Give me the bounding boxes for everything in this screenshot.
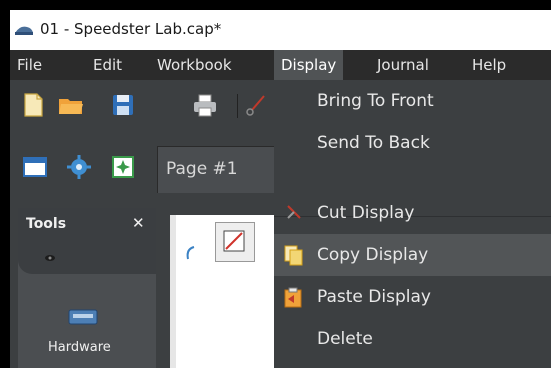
window-title: 01 - Speedster Lab.cap* xyxy=(40,20,222,38)
tab-page-1[interactable]: Page #1 xyxy=(157,146,279,193)
app-logo-icon xyxy=(15,26,33,35)
save-icon[interactable] xyxy=(110,92,136,118)
menu-bar: File Edit Workbook Display Journal Help xyxy=(10,50,551,80)
menu-item-delete[interactable]: Delete xyxy=(274,318,551,360)
new-file-icon[interactable] xyxy=(20,92,46,118)
menu-item-label: Bring To Front xyxy=(317,91,434,111)
page-tab-label: Page #1 xyxy=(166,159,238,179)
hardware-tool-label[interactable]: Hardware xyxy=(48,340,111,355)
scissors-icon[interactable] xyxy=(244,92,270,118)
app-window: 01 - Speedster Lab.cap* File Edit Workbo… xyxy=(10,10,551,368)
menu-journal[interactable]: Journal xyxy=(370,50,436,80)
paste-icon xyxy=(284,287,302,308)
print-icon[interactable] xyxy=(192,92,218,118)
hardware-interface-icon[interactable] xyxy=(68,306,98,328)
scissors-icon xyxy=(287,205,301,219)
graph-arc-fragment xyxy=(186,246,195,260)
menu-item-label: Delete xyxy=(317,329,373,349)
tools-panel-header: Tools ✕ xyxy=(18,208,156,244)
window-icon[interactable] xyxy=(22,154,48,180)
sensor-setup-icon[interactable] xyxy=(110,154,136,180)
toolbar-separator xyxy=(237,94,238,118)
menu-item-label: Send To Back xyxy=(317,133,430,153)
menu-item-send-to-back[interactable]: Send To Back xyxy=(274,122,551,164)
menu-item-label: Cut Display xyxy=(317,203,415,223)
close-icon[interactable]: ✕ xyxy=(132,214,145,232)
menu-display[interactable]: Display xyxy=(274,50,344,80)
menu-workbook[interactable]: Workbook xyxy=(150,50,239,80)
title-bar: 01 - Speedster Lab.cap* xyxy=(10,10,551,50)
menu-item-cut-display[interactable]: Cut Display xyxy=(274,192,551,234)
menu-item-paste-display[interactable]: Paste Display xyxy=(274,276,551,318)
menu-item-label: Paste Display xyxy=(317,287,431,307)
insert-graph-button[interactable] xyxy=(215,222,255,262)
menu-item-label: Copy Display xyxy=(317,245,429,265)
menu-edit[interactable]: Edit xyxy=(86,50,129,80)
menu-help[interactable]: Help xyxy=(465,50,513,80)
copy-icon xyxy=(284,245,303,266)
menu-item-copy-display[interactable]: Copy Display xyxy=(274,234,551,276)
graph-icon xyxy=(223,230,245,252)
tools-panel-toggle-strip[interactable] xyxy=(18,244,156,274)
open-folder-icon[interactable] xyxy=(58,92,84,118)
menu-item-bring-to-front[interactable]: Bring To Front xyxy=(274,80,551,122)
eye-icon xyxy=(45,255,55,261)
display-menu-dropdown: Bring To Front Send To Back Cut Display … xyxy=(274,80,551,368)
tools-panel-title: Tools xyxy=(26,216,67,232)
gear-icon[interactable] xyxy=(66,154,92,180)
menu-file[interactable]: File xyxy=(10,50,49,80)
